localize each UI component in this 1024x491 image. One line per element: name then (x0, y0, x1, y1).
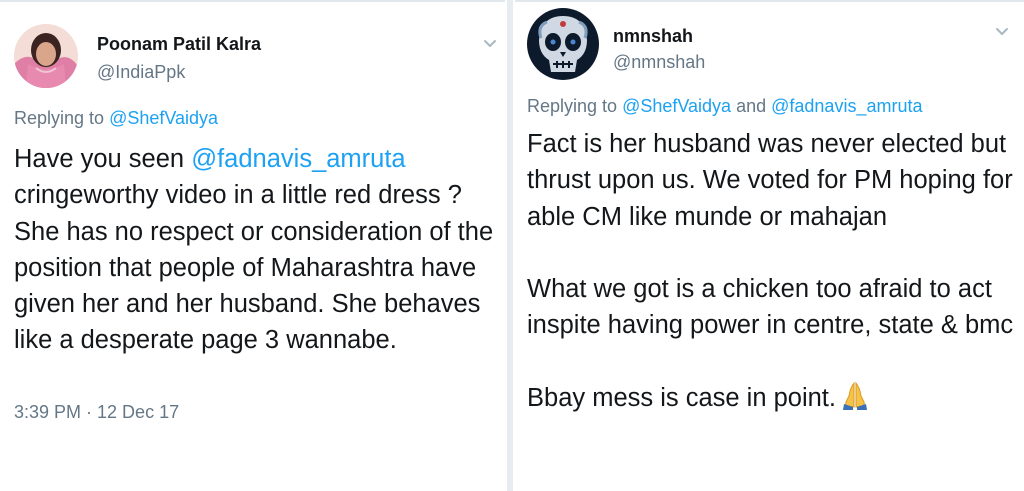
tweet-paragraph-3: Bbay mess is case in point. (527, 384, 836, 413)
replying-to-line: Replying to @ShefVaidya and @fadnavis_am… (527, 96, 922, 117)
chevron-down-icon[interactable] (993, 22, 1011, 40)
paragraph-spacer (527, 344, 1022, 380)
author-handle[interactable]: @nmnshah (613, 52, 705, 73)
tweet-card-right: nmnshah @nmnshah Replying to @ShefVaidya… (515, 0, 1024, 491)
author-name[interactable]: Poonam Patil Kalra (97, 34, 261, 55)
tweet-card-left: Poonam Patil Kalra @IndiaPpk Replying to… (0, 0, 505, 491)
top-rule (0, 0, 505, 2)
tweet-text-rest: cringeworthy video in a little red dress… (14, 181, 494, 355)
mention-link[interactable]: @fadnavis_amruta (191, 145, 405, 173)
tweet-divider (507, 0, 513, 491)
replying-prefix: Replying to (14, 108, 110, 128)
tweet-text: Have you seen @fadnavis_amruta cringewor… (14, 141, 504, 359)
tweet-paragraph-3-line: Bbay mess is case in point. (527, 380, 1022, 420)
chevron-down-icon[interactable] (481, 34, 499, 52)
tweet-paragraph-1: Fact is her husband was never elected bu… (527, 130, 1013, 231)
tweet-text: Fact is her husband was never elected bu… (527, 126, 1022, 420)
author-name[interactable]: nmnshah (613, 26, 693, 47)
tweet-text-start: Have you seen (14, 145, 192, 173)
folded-hands-icon (840, 380, 870, 420)
reply-mention-link[interactable]: @ShefVaidya (109, 108, 218, 128)
replying-joiner: and (731, 96, 772, 116)
replying-prefix: Replying to (527, 96, 623, 116)
replying-to-line: Replying to @ShefVaidya (14, 108, 218, 129)
reply-mention-link-2[interactable]: @fadnavis_amruta (771, 96, 922, 116)
avatar[interactable] (527, 8, 599, 80)
avatar[interactable] (14, 24, 78, 88)
author-handle[interactable]: @IndiaPpk (97, 62, 185, 83)
top-rule (515, 0, 1024, 2)
tweet-paragraph-2: What we got is a chicken too afraid to a… (527, 275, 1014, 340)
reply-mention-link-1[interactable]: @ShefVaidya (622, 96, 731, 116)
timestamp[interactable]: 3:39 PM · 12 Dec 17 (14, 402, 179, 423)
paragraph-spacer (527, 235, 1022, 271)
